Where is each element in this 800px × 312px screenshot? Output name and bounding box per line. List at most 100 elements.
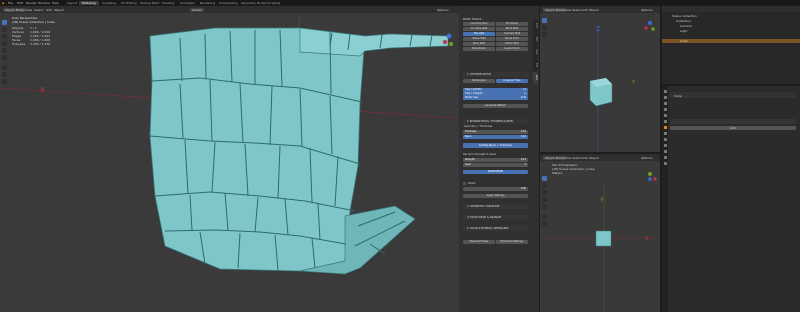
tab-modeling[interactable]: Modeling xyxy=(79,0,99,5)
view-layer-tab-icon[interactable] xyxy=(663,108,667,111)
tab-animation[interactable]: Animation xyxy=(177,1,198,5)
randomize-button[interactable]: RANDOMIZE xyxy=(463,170,528,174)
right-top-viewport[interactable]: Object Mode View Select Add Object Optio… xyxy=(540,6,660,152)
generate-pattern-button[interactable]: Generate Pattern xyxy=(463,104,528,108)
rectangles-button[interactable]: Rectangles xyxy=(463,79,495,83)
sidebar-tab-view[interactable]: View xyxy=(533,46,538,58)
menu-help[interactable]: Help xyxy=(52,1,59,5)
modifier-tab-icon[interactable] xyxy=(663,132,667,135)
mortar-gap-field[interactable]: Mortar Gap 0.02 xyxy=(463,96,528,100)
grid-button[interactable]: Gothic Ruin xyxy=(496,42,528,46)
y-axis-label: Y xyxy=(631,80,636,86)
cube-top-view xyxy=(595,230,612,247)
irregular-tiles-button[interactable]: Irregular Tiles xyxy=(496,79,528,83)
sidebar-tab-ruin[interactable]: Ruin xyxy=(533,72,538,84)
render-tab-icon[interactable] xyxy=(663,96,667,99)
tab-scripting[interactable]: Scripting xyxy=(264,1,283,5)
field-value: 0.02 xyxy=(520,96,526,99)
menu-file[interactable]: File xyxy=(8,1,13,5)
field-label: Tiles X (Width) xyxy=(465,88,482,91)
tab-sculpting[interactable]: Sculpting xyxy=(99,1,119,5)
bevel-field[interactable]: Bevel 0.01 xyxy=(463,135,528,139)
section-edge-wear[interactable]: 4. EDGE WEAR & DAMAGE xyxy=(462,215,529,220)
field-value: 0.50 xyxy=(520,187,526,190)
grid-button[interactable]: Low Poly Ruin xyxy=(463,22,495,26)
section-pattern-setup[interactable]: 1. PATTERN SETUP xyxy=(462,72,529,77)
apply-settings-button[interactable]: Apply Settings xyxy=(463,194,528,198)
add-panel-header[interactable] xyxy=(670,119,796,124)
navigation-gizmo xyxy=(644,21,655,31)
outliner-selected-row[interactable]: Cube xyxy=(662,39,800,43)
detail-label: Detail xyxy=(468,181,476,185)
solidify-button[interactable]: Solidify Bevel + Thickness xyxy=(463,143,528,148)
add-button[interactable]: Add xyxy=(670,126,796,130)
field-label: Tiles Y (Height) xyxy=(465,92,483,95)
detail-field[interactable]: 0.50 xyxy=(463,187,528,191)
right-bottom-scene[interactable]: Y X xyxy=(540,154,660,312)
field-label: Seed xyxy=(465,163,471,166)
grid-button[interactable]: Custom Ruin xyxy=(496,47,528,51)
menu-window[interactable]: Window xyxy=(38,1,50,5)
grid-button[interactable]: Stone Floor xyxy=(496,37,528,41)
section-geometry-variation[interactable]: 3. GEOMETRY VARIATION xyxy=(462,204,529,209)
tiles-y-field[interactable]: Tiles Y (Height) 6 xyxy=(463,92,528,96)
menu-render[interactable]: Render xyxy=(26,1,37,5)
outliner-item[interactable]: Light xyxy=(680,29,688,33)
scene-canvas[interactable]: X xyxy=(0,6,459,312)
y-axis-label: Y xyxy=(599,197,604,204)
seed-field[interactable]: Seed 4 xyxy=(463,163,528,167)
z-axis-label: Z xyxy=(596,26,600,33)
export-settings-button[interactable]: Export All Settings xyxy=(496,240,528,244)
sidebar-tab-edit[interactable]: Edit xyxy=(533,59,538,71)
section-color-material[interactable]: 5. COLOR & MATERIAL APPEARANCE xyxy=(462,226,529,231)
grid-button[interactable]: Brick Wall xyxy=(496,27,528,31)
sidebar-tab-item[interactable]: Item xyxy=(533,20,538,32)
outliner-root[interactable]: Scene Collection xyxy=(672,14,697,18)
outliner-item-selected: Cube xyxy=(680,39,688,43)
tool-tab-icon[interactable] xyxy=(663,90,667,93)
panel-title: RUIN TOOLS xyxy=(463,17,482,21)
field-value: 0.01 xyxy=(520,135,526,138)
thickness-field[interactable]: Thickness 0.10 xyxy=(463,130,528,134)
grid-button-active[interactable]: Tile Wall xyxy=(463,32,495,36)
right-bottom-viewport[interactable]: Object Mode View Select Add Object Optio… xyxy=(540,154,660,312)
world-tab-icon[interactable] xyxy=(663,120,667,123)
tab-layout[interactable]: Layout xyxy=(64,1,80,5)
reset-all-button[interactable]: Reset All Props xyxy=(463,240,495,244)
data-tab-icon[interactable] xyxy=(663,156,667,159)
navigation-gizmo xyxy=(648,172,657,181)
field-value: 0.10 xyxy=(520,130,526,133)
sidebar-tab-tool[interactable]: Tool xyxy=(533,33,538,45)
properties-search[interactable] xyxy=(670,92,796,98)
grid-button[interactable]: Rock Wall xyxy=(463,42,495,46)
constraints-tab-icon[interactable] xyxy=(663,150,667,153)
particles-tab-icon[interactable] xyxy=(663,138,667,141)
wall-mesh xyxy=(149,27,366,272)
grid-button[interactable]: Print Ruin xyxy=(496,22,528,26)
grid-button[interactable]: Cracked Wall xyxy=(496,32,528,36)
tab-shading[interactable]: Shading xyxy=(159,1,177,5)
grid-button[interactable]: Balustrade xyxy=(463,47,495,51)
material-tab-icon[interactable] xyxy=(663,162,667,165)
output-tab-icon[interactable] xyxy=(663,102,667,105)
detail-checkbox[interactable] xyxy=(463,182,466,185)
object-tab-icon[interactable] xyxy=(663,126,667,129)
outliner-item[interactable]: Camera xyxy=(680,24,692,28)
grid-button[interactable]: Crumble Wall xyxy=(463,27,495,31)
menu-edit[interactable]: Edit xyxy=(17,1,23,5)
section-instance-detail[interactable]: 2. INSTANCE DETAIL / THICKNESS & BEVEL xyxy=(462,119,529,124)
blender-logo-icon[interactable]: ◆ xyxy=(2,1,4,5)
grid-button[interactable]: Stone Wall xyxy=(463,37,495,41)
tiles-x-field[interactable]: Tiles X (Width) 12 xyxy=(463,88,528,92)
scene-tab-icon[interactable] xyxy=(663,114,667,117)
field-label: Mortar Gap xyxy=(465,96,478,99)
outliner-item[interactable]: Collection xyxy=(676,19,691,23)
field-value: 6 xyxy=(524,92,526,95)
main-viewport[interactable]: Object Mode View Select Add Object Globa… xyxy=(0,6,459,312)
strength-field[interactable]: Strength 0.15 xyxy=(463,158,528,162)
outliner-header xyxy=(662,6,800,12)
add-button-label: Add xyxy=(730,126,736,130)
right-top-scene[interactable]: Z Y xyxy=(540,6,660,152)
field-value: 4 xyxy=(524,163,526,166)
physics-tab-icon[interactable] xyxy=(663,144,667,147)
